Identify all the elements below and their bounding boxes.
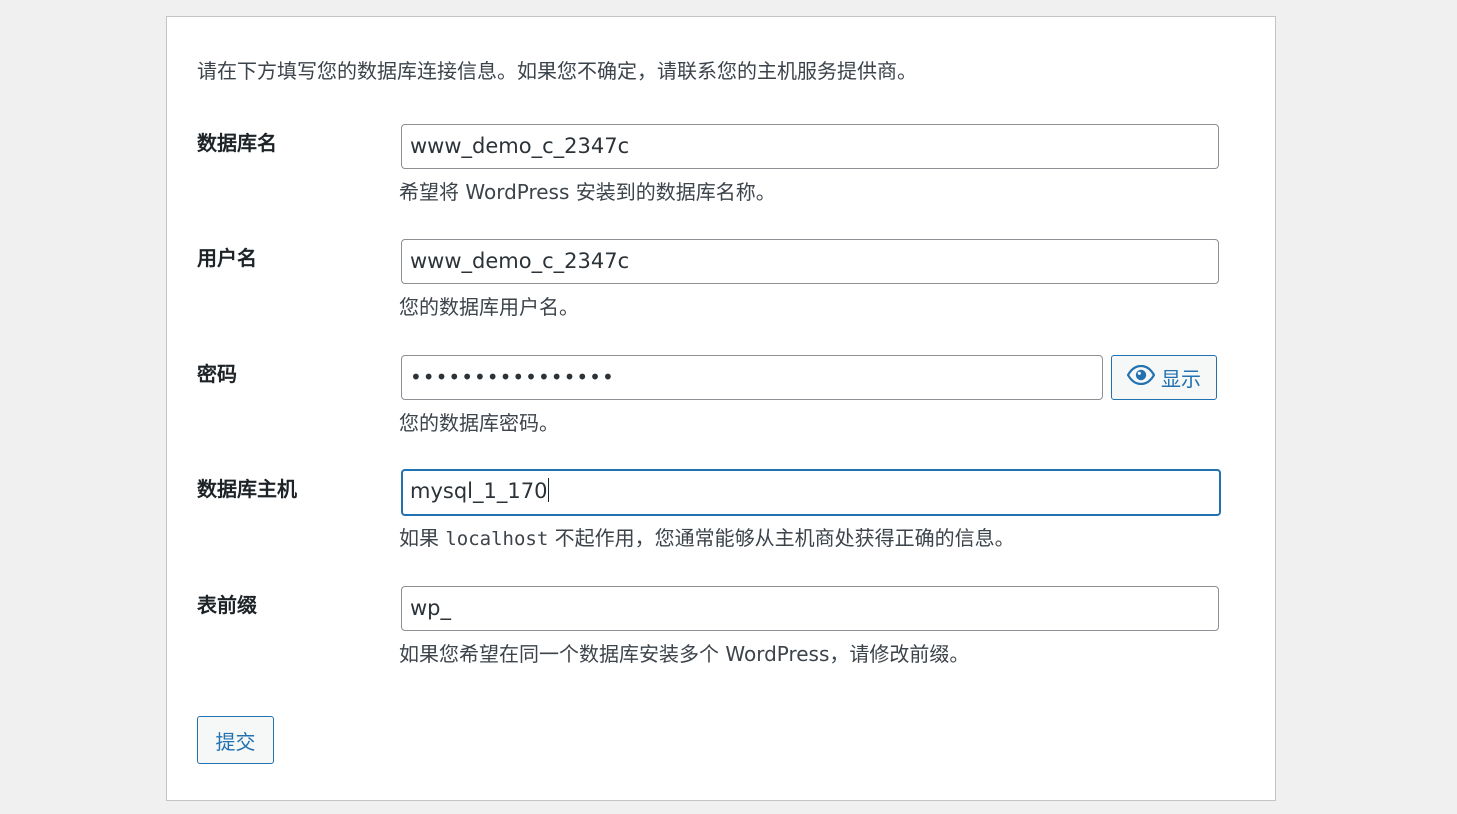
dbhost-description: 如果 localhost 不起作用，您通常能够从主机商处获得正确的信息。 bbox=[399, 524, 1015, 553]
prefix-description: 如果您希望在同一个数据库安装多个 WordPress，请修改前缀。 bbox=[399, 642, 970, 666]
submit-button[interactable]: 提交 bbox=[197, 716, 274, 764]
password-label: 密码 bbox=[197, 362, 237, 386]
password-description: 您的数据库密码。 bbox=[399, 411, 559, 435]
prefix-label: 表前缀 bbox=[197, 593, 257, 617]
password-input[interactable]: •••••••••••••••• bbox=[401, 355, 1103, 400]
show-password-label: 显示 bbox=[1161, 367, 1201, 391]
dbhost-input[interactable]: mysql_1_170 bbox=[401, 469, 1221, 516]
dbhost-description-after: 不起作用，您通常能够从主机商处获得正确的信息。 bbox=[548, 526, 1015, 550]
dbhost-description-code: localhost bbox=[445, 528, 549, 550]
eye-icon bbox=[1126, 364, 1156, 390]
prefix-input[interactable]: wp_ bbox=[401, 586, 1219, 631]
intro-text: 请在下方填写您的数据库连接信息。如果您不确定，请联系您的主机服务提供商。 bbox=[197, 59, 917, 83]
dbname-description: 希望将 WordPress 安装到的数据库名称。 bbox=[399, 180, 776, 204]
text-caret bbox=[548, 478, 550, 502]
show-password-button[interactable]: 显示 bbox=[1111, 355, 1217, 400]
dbhost-description-before: 如果 bbox=[399, 526, 446, 550]
username-input[interactable]: www_demo_c_2347c bbox=[401, 239, 1219, 284]
dbhost-label: 数据库主机 bbox=[197, 477, 297, 501]
dbhost-value: mysql_1_170 bbox=[410, 479, 548, 503]
dbname-label: 数据库名 bbox=[197, 131, 277, 155]
password-masked-value: •••••••••••••••• bbox=[410, 365, 615, 389]
username-description: 您的数据库用户名。 bbox=[399, 295, 579, 319]
username-value: www_demo_c_2347c bbox=[410, 249, 630, 273]
dbname-value: www_demo_c_2347c bbox=[410, 134, 630, 158]
prefix-value: wp_ bbox=[410, 596, 452, 620]
dbname-input[interactable]: www_demo_c_2347c bbox=[401, 124, 1219, 169]
username-label: 用户名 bbox=[197, 246, 257, 270]
setup-form-card: 请在下方填写您的数据库连接信息。如果您不确定，请联系您的主机服务提供商。 数据库… bbox=[166, 16, 1276, 801]
